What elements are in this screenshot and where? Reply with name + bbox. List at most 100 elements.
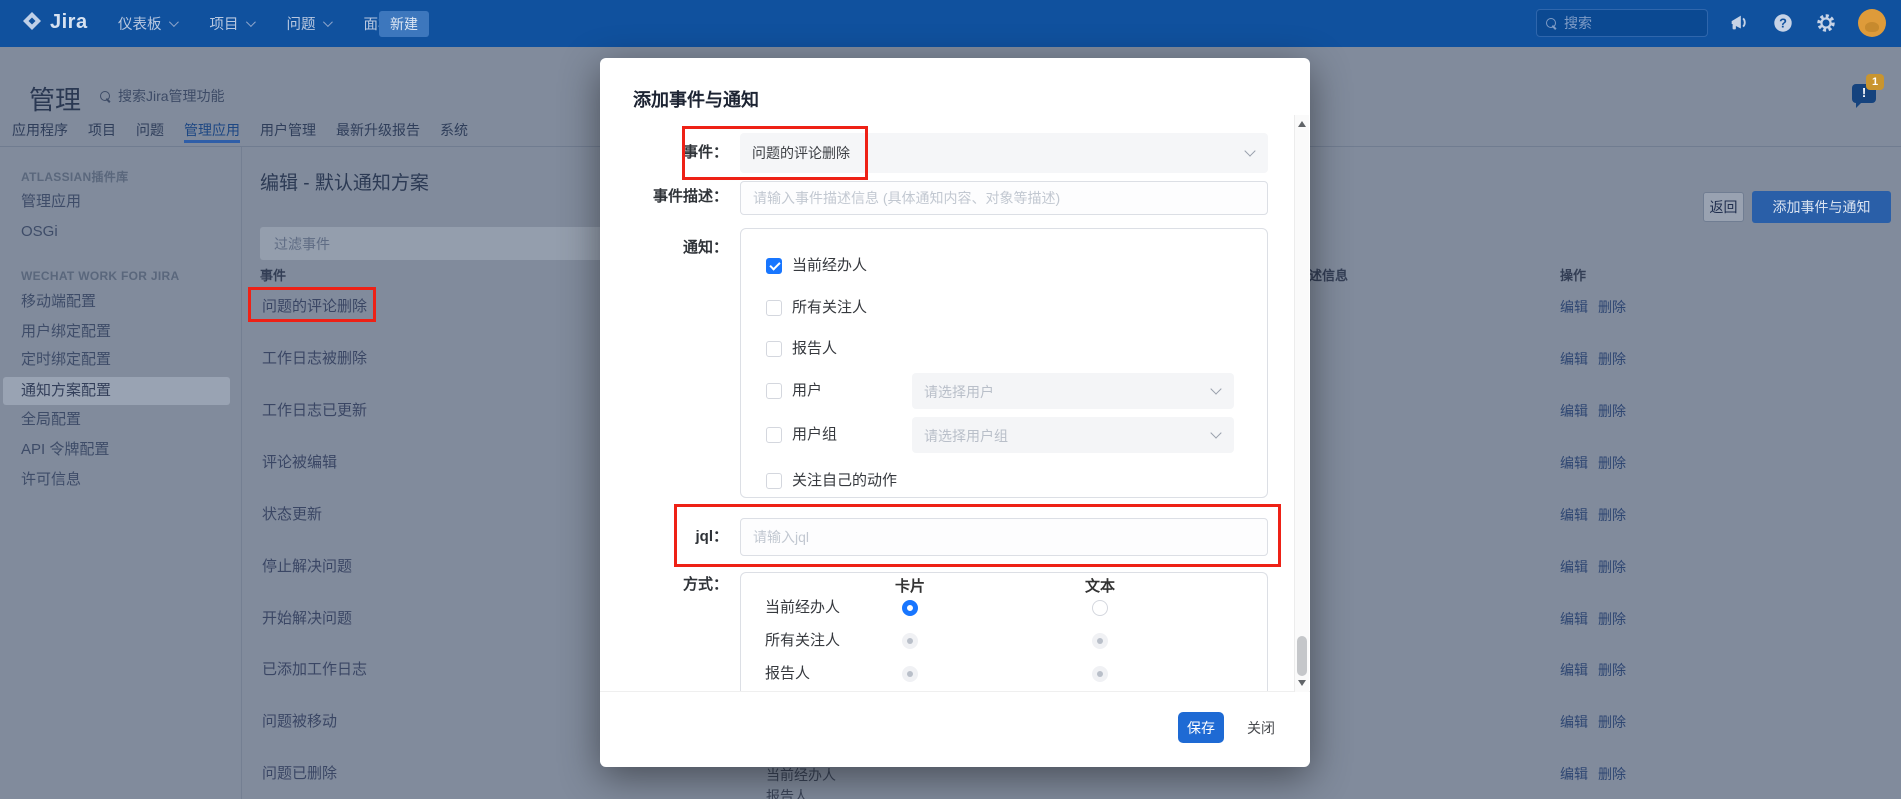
sidebar-item-定时绑定配置[interactable]: 定时绑定配置	[3, 346, 230, 374]
notify-column-value: 当前经办人	[766, 765, 836, 785]
tab-应用程序[interactable]: 应用程序	[12, 119, 68, 141]
sidebar-item-全局配置[interactable]: 全局配置	[3, 406, 230, 434]
edit-link[interactable]: 编辑	[1560, 661, 1588, 679]
modal-scrollbar[interactable]	[1294, 115, 1309, 692]
navbar-menu-item[interactable]: 问题	[287, 13, 330, 34]
event-select-value: 问题的评论删除	[752, 143, 850, 163]
chevron-down-icon	[168, 17, 178, 27]
edit-link[interactable]: 编辑	[1560, 298, 1588, 316]
tab-最新升级报告[interactable]: 最新升级报告	[336, 119, 420, 141]
checkbox-label: 用户组	[792, 425, 837, 445]
delete-link[interactable]: 删除	[1598, 506, 1626, 524]
event-row-label: 状态更新	[262, 505, 322, 525]
navbar-search-input[interactable]: 搜索	[1536, 9, 1708, 37]
user-avatar[interactable]	[1858, 9, 1886, 37]
event-row-label: 问题已删除	[262, 764, 337, 784]
create-button[interactable]: 新建	[379, 11, 429, 37]
scroll-down-arrow[interactable]	[1298, 680, 1306, 686]
gear-icon[interactable]	[1814, 11, 1838, 35]
sidebar-group-header: WECHAT WORK FOR JIRA	[21, 267, 179, 285]
select-placeholder: 请选择用户组	[924, 426, 1008, 446]
method-column-card: 卡片	[880, 575, 940, 596]
admin-search-input[interactable]: 搜索Jira管理功能	[100, 86, 225, 106]
navbar-menu-label: 仪表板	[118, 13, 162, 34]
edit-link[interactable]: 编辑	[1560, 610, 1588, 628]
jira-logo[interactable]: Jira	[20, 10, 88, 34]
scroll-up-arrow[interactable]	[1298, 121, 1306, 127]
checkbox-关注自己的动作[interactable]	[766, 473, 782, 489]
select-用户[interactable]: 请选择用户	[912, 373, 1234, 409]
jira-logo-text: Jira	[50, 11, 88, 34]
edit-link[interactable]: 编辑	[1560, 713, 1588, 731]
sidebar-item-OSGi[interactable]: OSGi	[3, 218, 230, 246]
radio-text-报告人[interactable]	[1092, 666, 1108, 682]
jql-field-label: jql：	[600, 527, 728, 547]
navbar-menu-item[interactable]: 项目	[210, 13, 253, 34]
sidebar-item-管理应用[interactable]: 管理应用	[3, 188, 230, 216]
checkbox-用户[interactable]	[766, 383, 782, 399]
sidebar-item-通知方案配置[interactable]: 通知方案配置	[3, 377, 230, 405]
checkbox-label: 关注自己的动作	[792, 471, 897, 491]
tab-用户管理[interactable]: 用户管理	[260, 119, 316, 141]
event-row-label: 问题被移动	[262, 712, 337, 732]
admin-tab-bar: 应用程序项目问题管理应用用户管理最新升级报告系统	[12, 119, 468, 141]
sidebar-item-移动端配置[interactable]: 移动端配置	[3, 288, 230, 316]
sidebar-item-API 令牌配置[interactable]: API 令牌配置	[3, 436, 230, 464]
edit-link[interactable]: 编辑	[1560, 765, 1588, 783]
event-field-label: 事件：	[600, 143, 728, 163]
checkbox-用户组[interactable]	[766, 427, 782, 443]
sidebar-item-用户绑定配置[interactable]: 用户绑定配置	[3, 318, 230, 346]
event-description-input[interactable]	[740, 181, 1268, 215]
notification-badge: 1	[1866, 74, 1884, 90]
method-column-text: 文本	[1070, 575, 1130, 596]
delete-link[interactable]: 删除	[1598, 713, 1626, 731]
search-icon	[1546, 18, 1556, 28]
event-row-label: 评论被编辑	[262, 453, 337, 473]
radio-text-当前经办人[interactable]	[1092, 600, 1108, 616]
checkbox-所有关注人[interactable]	[766, 300, 782, 316]
event-row-label: 问题的评论删除	[262, 297, 367, 317]
delete-link[interactable]: 删除	[1598, 350, 1626, 368]
tab-问题[interactable]: 问题	[136, 119, 164, 141]
edit-link[interactable]: 编辑	[1560, 350, 1588, 368]
delete-link[interactable]: 删除	[1598, 298, 1626, 316]
radio-card-所有关注人[interactable]	[902, 633, 918, 649]
back-button[interactable]: 返回	[1703, 192, 1744, 222]
radio-card-当前经办人[interactable]	[902, 600, 918, 616]
event-select[interactable]: 问题的评论删除	[740, 133, 1268, 173]
radio-text-所有关注人[interactable]	[1092, 633, 1108, 649]
tab-项目[interactable]: 项目	[88, 119, 116, 141]
description-field-label: 事件描述：	[600, 187, 728, 207]
delete-link[interactable]: 删除	[1598, 558, 1626, 576]
radio-card-报告人[interactable]	[902, 666, 918, 682]
column-header-event: 事件	[260, 265, 286, 284]
checkbox-当前经办人[interactable]	[766, 258, 782, 274]
delete-link[interactable]: 删除	[1598, 765, 1626, 783]
delete-link[interactable]: 删除	[1598, 454, 1626, 472]
scrollbar-thumb[interactable]	[1297, 636, 1307, 676]
jql-input[interactable]	[740, 518, 1268, 556]
edit-link[interactable]: 编辑	[1560, 454, 1588, 472]
sidebar-group-header: ATLASSIAN插件库	[21, 168, 128, 186]
search-icon	[100, 91, 110, 101]
edit-link[interactable]: 编辑	[1560, 402, 1588, 420]
save-button[interactable]: 保存	[1178, 712, 1224, 743]
add-event-notification-button[interactable]: 添加事件与通知	[1752, 191, 1891, 223]
tab-管理应用[interactable]: 管理应用	[184, 119, 240, 141]
help-icon[interactable]: ?	[1771, 11, 1795, 35]
announcements-icon[interactable]	[1727, 11, 1751, 35]
checkbox-报告人[interactable]	[766, 341, 782, 357]
close-button[interactable]: 关闭	[1242, 712, 1280, 743]
page-title-admin: 管理	[29, 80, 81, 117]
delete-link[interactable]: 删除	[1598, 402, 1626, 420]
chevron-down-icon	[1210, 427, 1221, 438]
sidebar-item-许可信息[interactable]: 许可信息	[3, 466, 230, 494]
tab-系统[interactable]: 系统	[440, 119, 468, 141]
select-用户组[interactable]: 请选择用户组	[912, 417, 1234, 453]
delete-link[interactable]: 删除	[1598, 661, 1626, 679]
edit-link[interactable]: 编辑	[1560, 506, 1588, 524]
navbar-menu-item[interactable]: 仪表板	[118, 13, 176, 34]
edit-link[interactable]: 编辑	[1560, 558, 1588, 576]
navbar-search-placeholder: 搜索	[1564, 13, 1592, 33]
delete-link[interactable]: 删除	[1598, 610, 1626, 628]
